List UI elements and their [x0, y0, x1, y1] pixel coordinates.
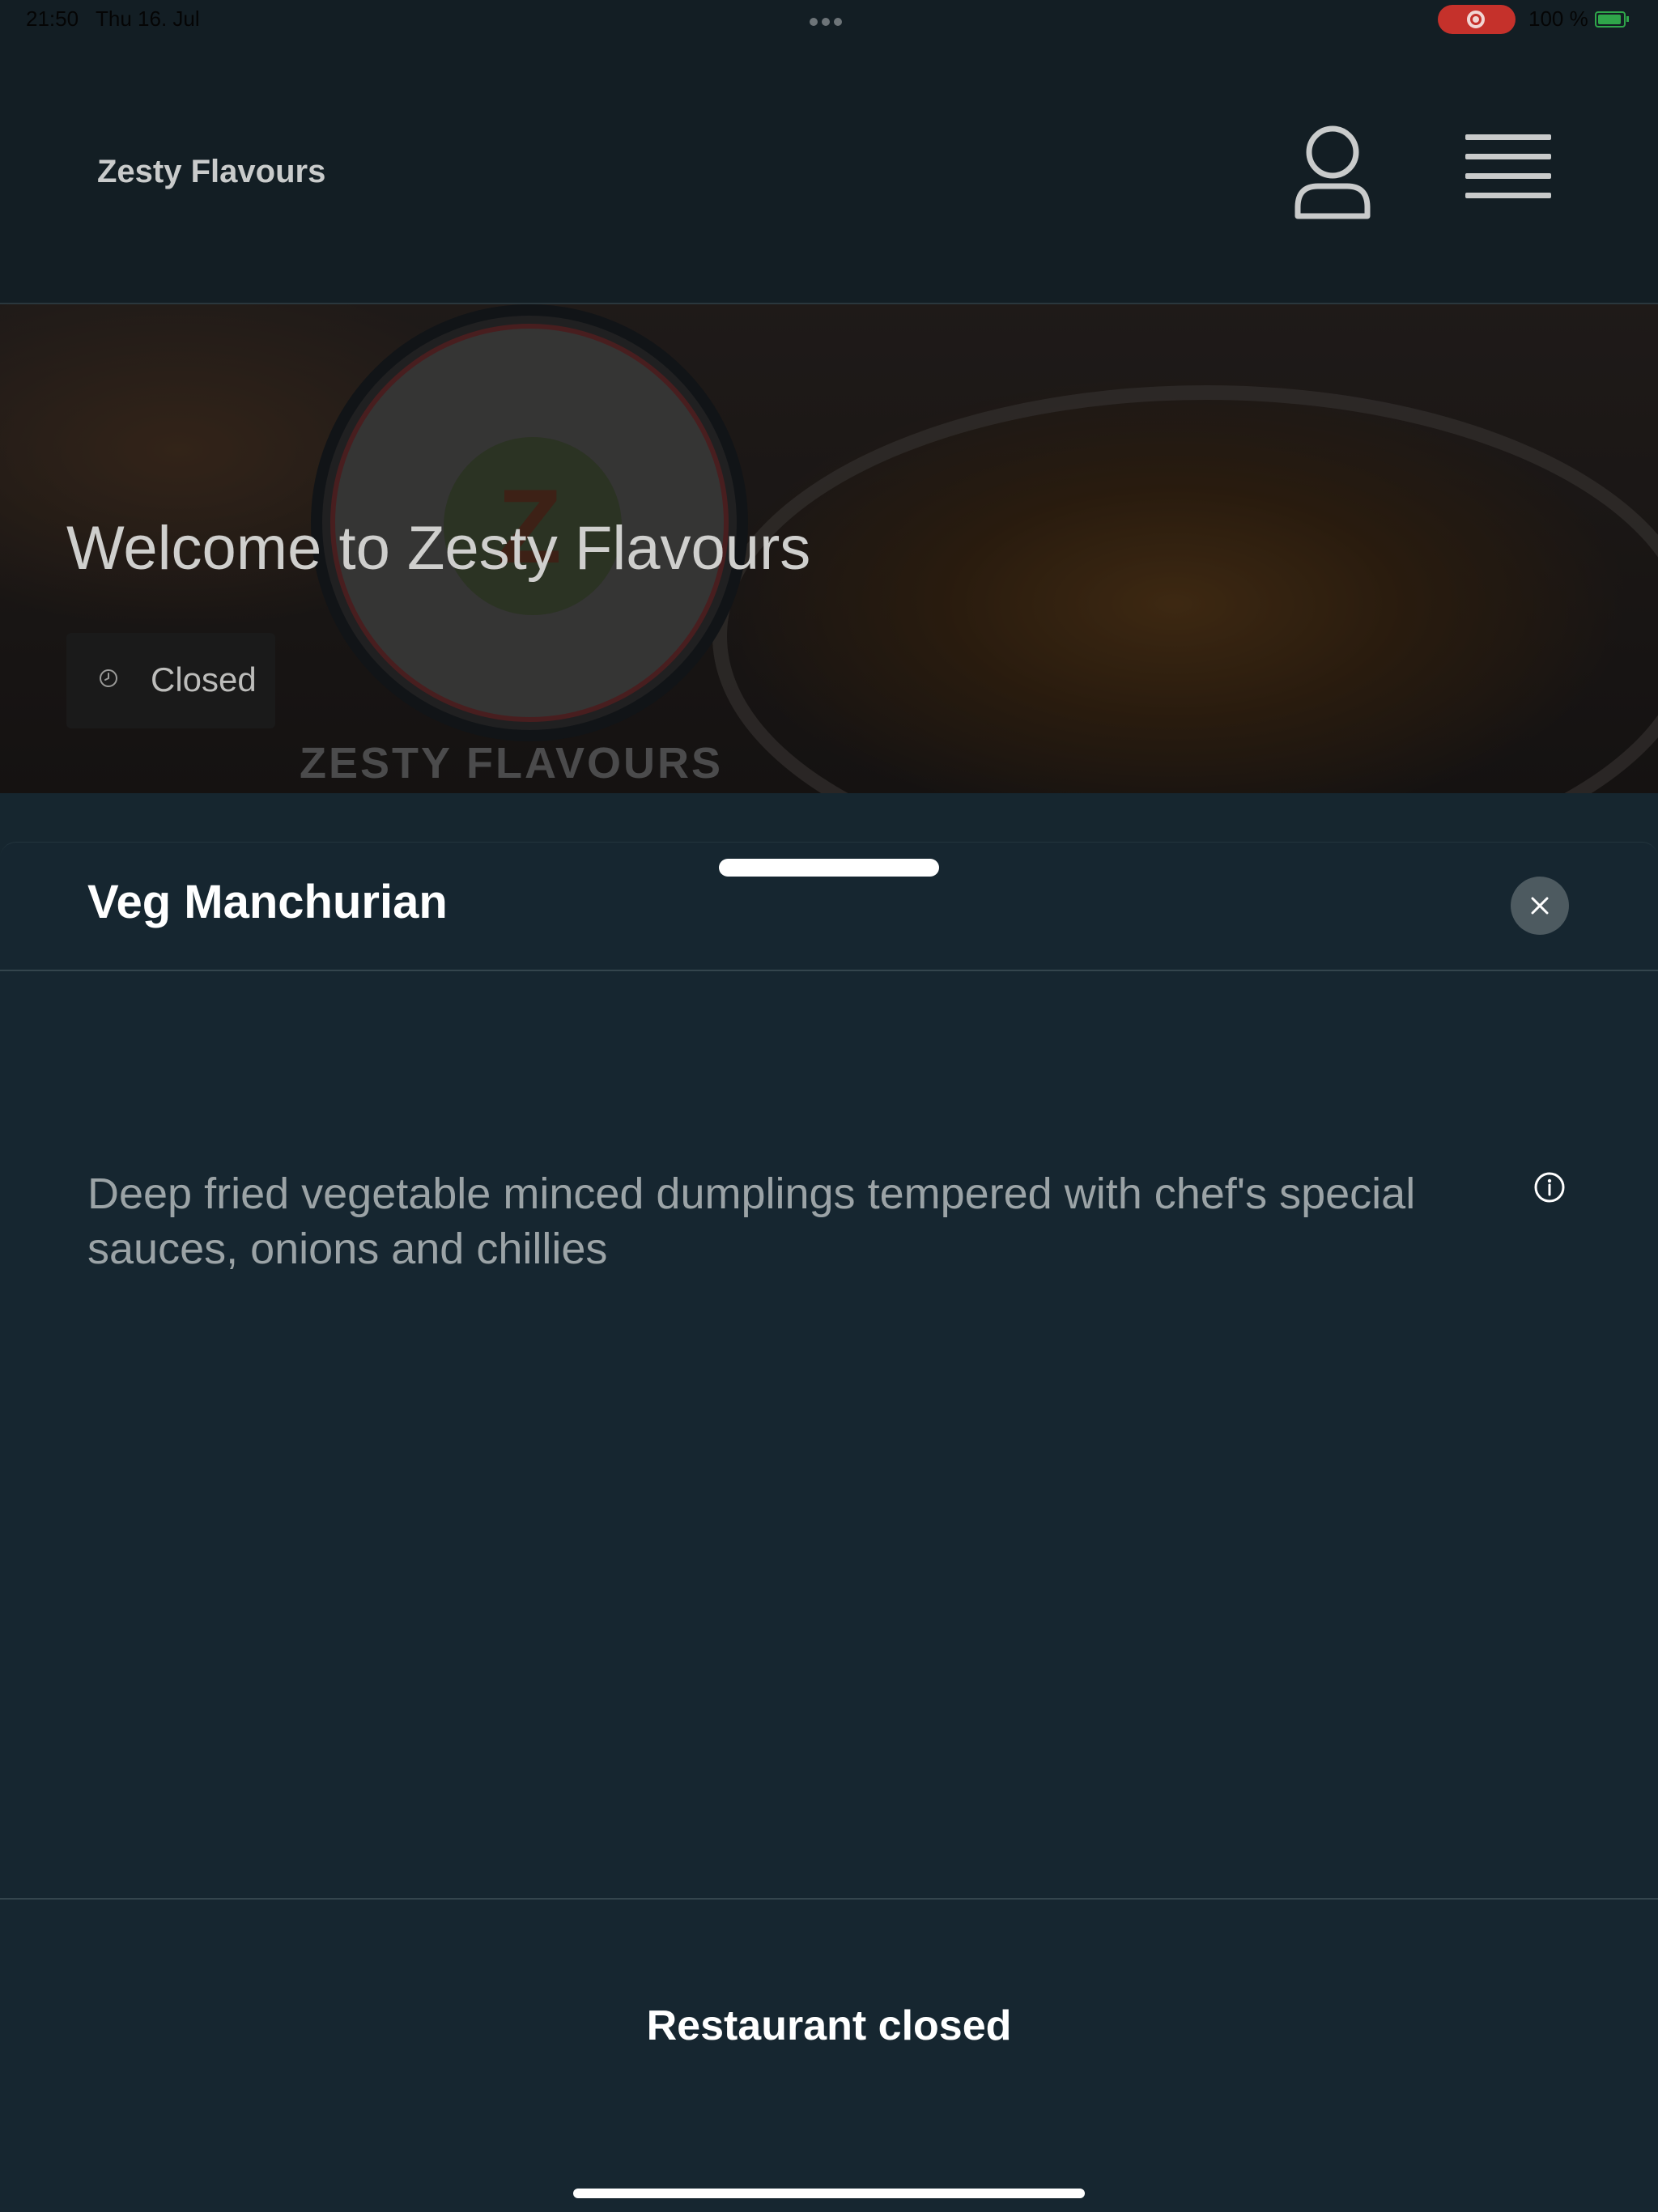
app-header: Zesty Flavours: [0, 39, 1658, 304]
user-account-button[interactable]: [1294, 125, 1371, 220]
info-icon: [1534, 1172, 1565, 1203]
sheet-divider: [0, 970, 1658, 971]
clock-icon: [100, 669, 117, 687]
info-button[interactable]: [1533, 1171, 1566, 1204]
opening-status-badge[interactable]: Closed: [66, 633, 275, 728]
item-description: Deep fried vegetable minced dumplings te…: [87, 1170, 1416, 1273]
screen-recording-icon[interactable]: [1438, 5, 1516, 34]
status-date: Thu 16. Jul: [96, 6, 200, 31]
welcome-heading: Welcome to Zesty Flavours: [66, 514, 811, 583]
close-icon: [1531, 897, 1549, 915]
hamburger-menu-button[interactable]: [1465, 134, 1551, 206]
battery-percentage: 100 %: [1528, 6, 1588, 31]
item-title: Veg Manchurian: [87, 876, 448, 928]
hero-banner: Z ZESTY FLAVOURS Welcome to Zesty Flavou…: [0, 304, 1658, 793]
user-icon: [1295, 125, 1371, 219]
footer-divider: [0, 1898, 1658, 1900]
brand-name[interactable]: Zesty Flavours: [97, 154, 325, 190]
restaurant-closed-message: Restaurant closed: [646, 2002, 1012, 2049]
close-button[interactable]: [1511, 877, 1569, 935]
item-detail-sheet: Veg Manchurian Deep fried vegetable minc…: [0, 842, 1658, 2212]
battery-icon: [1595, 11, 1629, 28]
status-label: Closed: [151, 660, 257, 698]
menu-icon: [1465, 134, 1551, 198]
status-time: 21:50: [26, 6, 79, 31]
sheet-drag-handle[interactable]: [719, 859, 939, 877]
home-indicator[interactable]: [573, 2189, 1085, 2198]
multitasking-dots-icon[interactable]: [810, 6, 848, 31]
status-bar: 21:50 Thu 16. Jul 100 %: [0, 0, 1658, 39]
